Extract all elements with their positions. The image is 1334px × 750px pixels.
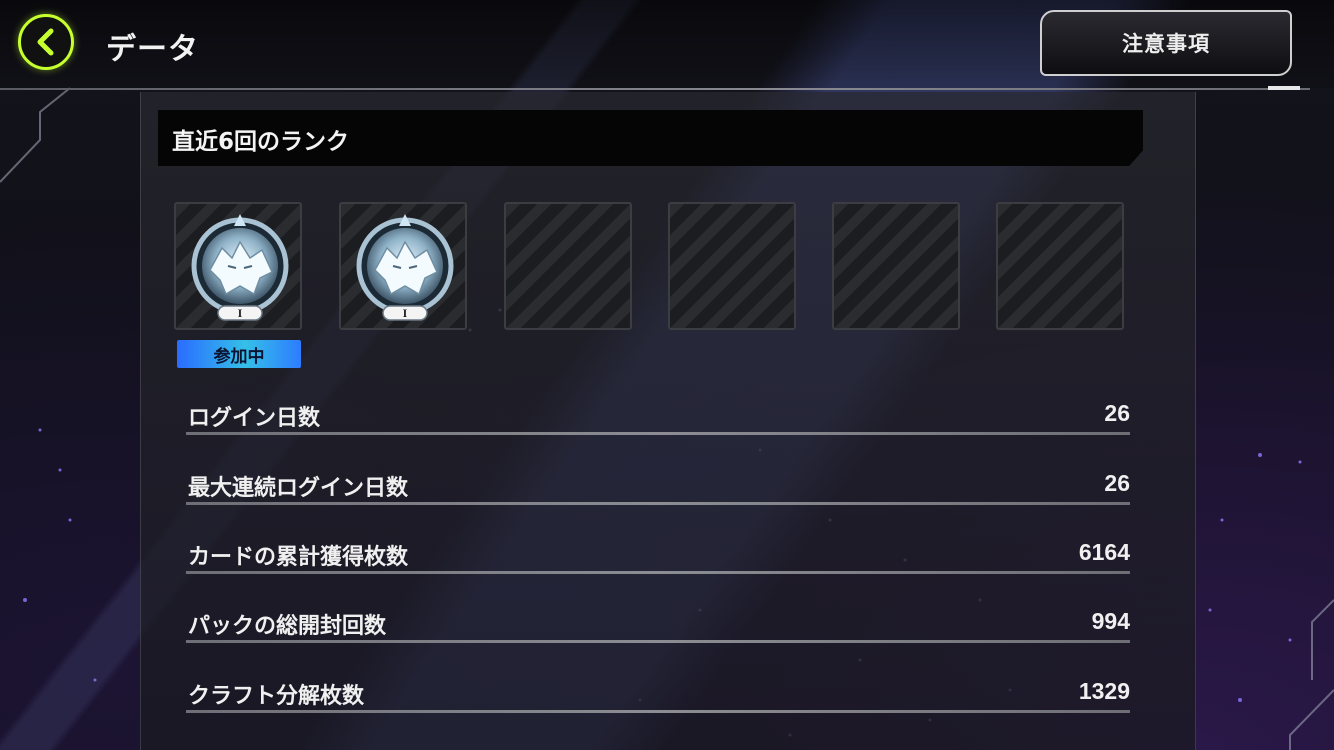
stat-divider xyxy=(186,571,1130,574)
back-button[interactable] xyxy=(18,14,74,70)
wolf-rank-emblem-icon: I xyxy=(191,214,289,321)
stat-label: カードの累計獲得枚数 xyxy=(188,545,409,570)
rank-slot-3 xyxy=(504,202,632,330)
rank-section-title: 直近6回のランク xyxy=(172,129,350,155)
notice-accent-bar xyxy=(1268,86,1300,90)
stat-row-login-days: ログイン日数 26 xyxy=(186,396,1130,446)
page-title: データ xyxy=(106,32,199,67)
rank-slot-2[interactable]: I xyxy=(339,202,467,330)
rank-numeral: I xyxy=(403,306,408,320)
wolf-rank-emblem-icon: I xyxy=(356,214,454,321)
stat-divider xyxy=(186,640,1130,643)
stat-row-total-cards-obtained: カードの累計獲得枚数 6164 xyxy=(186,535,1130,585)
rank-slot-6 xyxy=(996,202,1124,330)
rank-section-header: 直近6回のランク xyxy=(158,110,1143,166)
notice-button-label: 注意事項 xyxy=(1122,32,1210,56)
header-divider xyxy=(0,88,1310,90)
stat-value: 26 xyxy=(1104,400,1130,426)
stat-label: クラフト分解枚数 xyxy=(188,684,365,709)
stat-label: ログイン日数 xyxy=(188,406,321,431)
stat-divider xyxy=(186,502,1130,505)
rank-slot-1[interactable]: I xyxy=(174,202,302,330)
stat-label: パックの総開封回数 xyxy=(188,614,387,639)
stat-value: 994 xyxy=(1091,608,1130,634)
stat-row-packs-opened: パックの総開封回数 994 xyxy=(186,604,1130,654)
chevron-left-icon xyxy=(37,28,54,56)
current-season-badge: 参加中 xyxy=(177,340,301,368)
stat-value: 26 xyxy=(1104,470,1130,496)
stat-divider xyxy=(186,710,1130,713)
stat-divider xyxy=(186,432,1130,435)
notice-button[interactable]: 注意事項 xyxy=(1040,10,1292,76)
stat-row-craft-dismantled: クラフト分解枚数 1329 xyxy=(186,674,1130,724)
stat-row-max-consecutive-login: 最大連続ログイン日数 26 xyxy=(186,466,1130,516)
stat-value: 1329 xyxy=(1078,678,1130,704)
rank-slot-4 xyxy=(668,202,796,330)
rank-numeral: I xyxy=(238,306,243,320)
stat-label: 最大連続ログイン日数 xyxy=(188,476,409,501)
stat-value: 6164 xyxy=(1078,539,1130,565)
rank-slot-5 xyxy=(832,202,960,330)
